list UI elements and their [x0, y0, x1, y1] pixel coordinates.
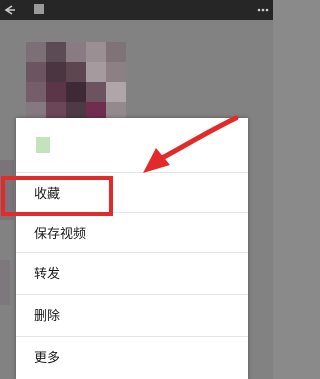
menu-item-delete[interactable]: 删除	[16, 294, 248, 334]
top-bar	[0, 0, 273, 20]
arrow-left-icon[interactable]	[2, 0, 16, 20]
menu-item-label: 转发	[34, 267, 61, 282]
menu-item-label: 更多	[34, 351, 61, 366]
highlight-box	[1, 176, 113, 216]
message-thumbnail	[36, 137, 50, 153]
menu-item-label: 保存视频	[34, 227, 87, 242]
menu-item-forward[interactable]: 转发	[16, 252, 248, 292]
more-options-icon[interactable]	[255, 0, 271, 20]
menu-item-label: 删除	[34, 309, 61, 324]
blurred-avatar	[0, 260, 10, 305]
menu-item-more[interactable]: 更多	[16, 336, 248, 376]
chat-title-placeholder	[34, 4, 44, 14]
menu-item-save-video[interactable]: 保存视频	[16, 212, 248, 252]
context-menu: 收藏 保存视频 转发 删除 更多	[16, 118, 248, 379]
